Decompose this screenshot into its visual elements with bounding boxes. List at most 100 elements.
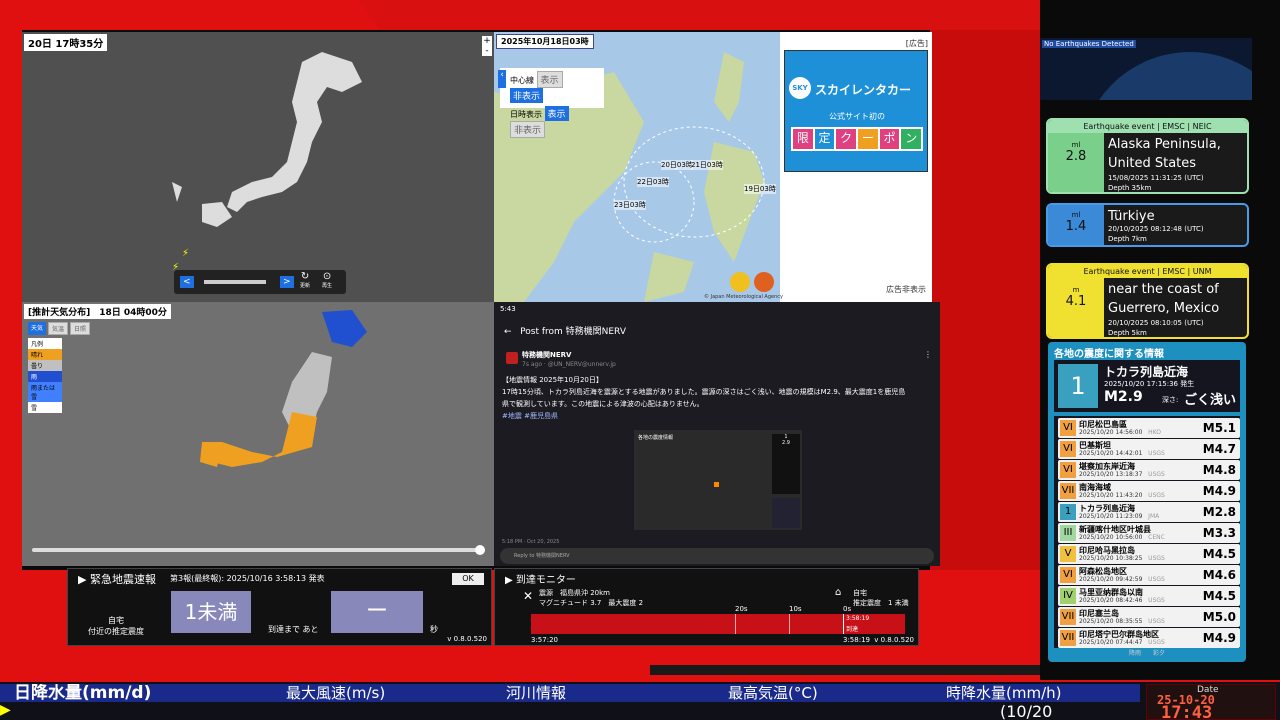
- center-line-show-button[interactable]: 表示: [536, 71, 563, 88]
- mag-type: m: [1072, 286, 1080, 294]
- eq-card[interactable]: Earthquake event | EMSC | NEIC ml 2.8 Alask…: [1046, 118, 1249, 194]
- forecast-label: 22日03時: [637, 177, 669, 187]
- ticker-item: 最高気温(°C): [728, 684, 818, 702]
- now-line: [843, 614, 844, 634]
- time-hide-button[interactable]: 非表示: [510, 121, 546, 138]
- eq-card[interactable]: ml 1.4 Türkiye 20/10/2025 08:12:48 (UTC) Dep…: [1046, 203, 1249, 247]
- eq-card[interactable]: Earthquake event | EMSC | UNM m 4.1 near th…: [1046, 263, 1249, 339]
- layer-icon[interactable]: [754, 272, 774, 292]
- post-line: 県で観測しています。この地震による津波の心配はありません。: [502, 400, 704, 408]
- post-image[interactable]: 各地の震度情報 1 2.9: [634, 430, 802, 530]
- reply-input[interactable]: Reply to 特務機関NERV: [500, 548, 934, 564]
- row-source: HKO: [1148, 429, 1162, 436]
- row-time: 2025/10/20 08:35:55: [1079, 618, 1143, 625]
- arrival-bar: 3:58:19 到達: [531, 614, 905, 634]
- post-tags[interactable]: #地震 #鹿児島県: [502, 410, 932, 422]
- time-show-button[interactable]: 表示: [544, 106, 569, 121]
- display-options: 中心線 表示非表示 日時表示 表示非表示: [500, 68, 604, 138]
- row-time: 2025/10/20 14:56:00: [1079, 429, 1143, 436]
- eq-card-depth: Depth 7km: [1108, 235, 1147, 243]
- row-meta: 2025/10/20 11:43:20 USGS: [1079, 492, 1165, 499]
- event-row[interactable]: VI 堪察加东岸近海 2025/10/20 13:18:37 USGS M4.8: [1058, 460, 1240, 480]
- legend-icon[interactable]: [730, 272, 750, 292]
- version: v 0.8.0.520: [874, 636, 914, 644]
- row-intensity: VII: [1060, 630, 1076, 646]
- account-name[interactable]: 特務機関NERV: [522, 350, 571, 360]
- ok-button[interactable]: OK: [452, 573, 484, 585]
- eq-card-header: Earthquake event | EMSC | NEIC: [1048, 120, 1247, 133]
- event-row[interactable]: IV 马里亚纳群岛以南 2025/10/20 08:42:46 USGS M4.5: [1058, 586, 1240, 606]
- latest-depth: ごく浅い: [1184, 393, 1237, 408]
- time-slider[interactable]: [32, 545, 485, 555]
- globe: [1080, 52, 1252, 100]
- post-header-title: Post from 特務機関NERV: [520, 327, 626, 337]
- time-slider[interactable]: [204, 280, 266, 284]
- event-row[interactable]: 1 トカラ列島近海 2025/10/20 11:23:09 JMA M2.8: [1058, 502, 1240, 522]
- countdown: ー: [331, 591, 423, 633]
- event-row[interactable]: VII 印尼塞兰岛 2025/10/20 08:35:55 USGS M5.0: [1058, 607, 1240, 627]
- social-post-panel[interactable]: 5:43 ← Post from 特務機関NERV 特務機関NERV 7s ag…: [494, 302, 940, 566]
- seconds-label: 秒: [430, 625, 438, 634]
- row-mag: M2.8: [1202, 505, 1236, 519]
- more-icon[interactable]: ⋮: [924, 350, 932, 359]
- tab-temperature[interactable]: 気温: [48, 322, 69, 335]
- ad-coupon-char: ン: [901, 129, 922, 149]
- back-arrow-icon[interactable]: ←: [504, 327, 512, 337]
- prev-button[interactable]: <: [180, 276, 194, 288]
- hide-ad-button[interactable]: 広告非表示: [886, 284, 926, 295]
- row-intensity: VI: [1060, 462, 1076, 478]
- update-button[interactable]: ↻ 更新: [300, 271, 310, 289]
- tab-sunshine[interactable]: 日照: [70, 322, 91, 335]
- ad-banner[interactable]: SKY スカイレンタカー 公式サイト初の 限 定 ク ー ポ ン: [784, 50, 928, 172]
- post-body: 【地震情報 2025年10月20日】 17時15分頃、トカラ列島近海を震源とする…: [502, 374, 932, 422]
- row-time: 2025/10/20 13:18:37: [1079, 471, 1143, 478]
- event-row[interactable]: VI 巴基斯坦 2025/10/20 14:42:01 USGS M4.7: [1058, 439, 1240, 459]
- event-row[interactable]: VI 印尼松巴島區 2025/10/20 14:56:00 HKO M5.1: [1058, 418, 1240, 438]
- event-row[interactable]: III 新疆喀什地区叶城县 2025/10/20 10:56:00 CENC M3.3: [1058, 523, 1240, 543]
- map-title: [推計天気分布] 18日 04時00分: [24, 304, 171, 319]
- row-source: CENC: [1148, 534, 1165, 541]
- image-title: 各地の震度情報: [638, 435, 674, 441]
- eq-card-depth: Depth 35km: [1108, 184, 1152, 192]
- center-line-hide-button[interactable]: 非表示: [510, 88, 544, 103]
- tab-weather[interactable]: 天気: [28, 322, 47, 335]
- row-mag: M4.5: [1202, 589, 1236, 603]
- eew-panel: ▶ 緊急地震速報 第3報(最終報): 2025/10/16 3:58:13 発表…: [67, 568, 492, 646]
- magnitude-text: マグニチュード 3.7 最大震度 2: [539, 599, 644, 607]
- arrival-title: 到達モニター: [515, 575, 576, 586]
- row-intensity: VII: [1060, 483, 1076, 499]
- next-button[interactable]: >: [280, 276, 294, 288]
- event-row[interactable]: V 印尼哈马黑拉岛 2025/10/20 10:38:25 USGS M4.5: [1058, 544, 1240, 564]
- eq-card-time: 15/08/2025 11:31:25 (UTC): [1108, 174, 1204, 182]
- row-time: 2025/10/20 14:42:01: [1079, 450, 1143, 457]
- ticker-item: 河川情報: [506, 684, 567, 702]
- row-intensity: 1: [1060, 504, 1076, 520]
- tick-label: 0s: [843, 605, 852, 613]
- lightning-map-panel[interactable]: 20日 17時35分 +- ⚡ ⚡ ⚡ < > ↻更新 ⊙再生: [22, 32, 494, 302]
- zoom-in-button[interactable]: +: [482, 36, 492, 46]
- ad-brand: スカイレンタカー: [815, 83, 912, 97]
- zoom-controls[interactable]: + -: [482, 36, 492, 56]
- typhoon-map-panel[interactable]: 20日03時 21日03時 22日03時 23日03時 19日03時 2025年…: [494, 32, 932, 302]
- slider-handle[interactable]: [475, 545, 485, 555]
- ad-area[interactable]: [広告] SKY スカイレンタカー 公式サイト初の 限 定 ク ー ポ ン 広告…: [780, 32, 932, 302]
- ad-coupon-char: 限: [793, 129, 813, 149]
- eq-card-place: Türkiye: [1108, 209, 1155, 224]
- event-row[interactable]: VI 阿森松岛地区 2025/10/20 09:42:59 USGS M4.6: [1058, 565, 1240, 585]
- event-row[interactable]: VII 南海海域 2025/10/20 11:43:20 USGS M4.9: [1058, 481, 1240, 501]
- legend-item: 雪: [28, 402, 62, 413]
- row-meta: 2025/10/20 13:18:37 USGS: [1079, 471, 1165, 478]
- play-button[interactable]: ⊙ 再生: [322, 271, 332, 289]
- row-meta: 2025/10/20 10:56:00 CENC: [1079, 534, 1165, 541]
- zoom-out-button[interactable]: -: [482, 46, 492, 56]
- row-intensity: III: [1060, 525, 1076, 541]
- weather-map-panel[interactable]: [推計天気分布] 18日 04時00分 天気 気温 日照 凡例 晴れ 曇り雨雨また…: [22, 302, 494, 566]
- play-icon: ▶: [505, 575, 513, 586]
- eq-card-mag: 2.8: [1065, 149, 1087, 164]
- event-row[interactable]: VII 印尼塔宁巴尔群岛地区 2025/10/20 07:44:47 USGS M4.…: [1058, 628, 1240, 648]
- collapse-button[interactable]: ‹: [498, 70, 506, 88]
- forecast-label: 20日03時: [661, 160, 693, 170]
- ad-coupon-char: ク: [836, 129, 857, 149]
- row-time: 2025/10/20 07:44:47: [1079, 639, 1143, 646]
- home-label-2: 付近の推定震度: [88, 627, 144, 636]
